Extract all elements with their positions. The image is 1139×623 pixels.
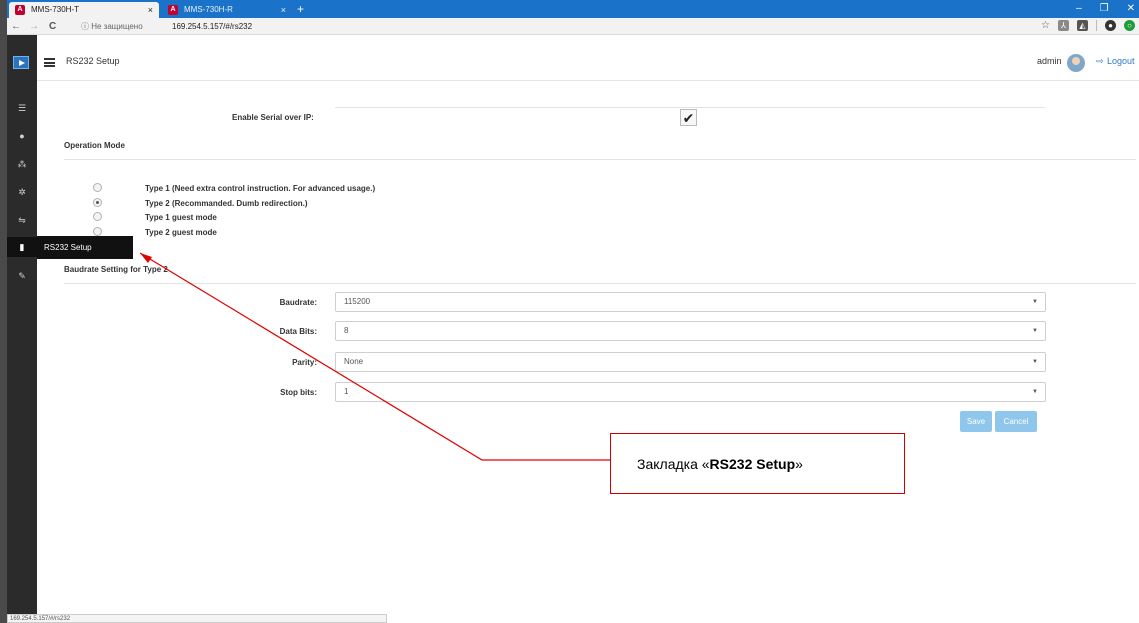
tab-title: MMS-730H-R	[184, 5, 233, 14]
forward-button[interactable]: →	[29, 18, 39, 35]
logout-link[interactable]: Logout	[1107, 56, 1135, 66]
window-close-button[interactable]: ✕	[1127, 0, 1135, 18]
divider	[64, 159, 1136, 160]
chevron-down-icon: ▼	[1032, 299, 1038, 305]
sidebar-flyout-rs232-setup[interactable]: RS232 Setup	[37, 236, 133, 259]
restore-button[interactable]: ❐	[1100, 0, 1109, 18]
enable-serial-label: Enable Serial over IP:	[232, 113, 314, 122]
mode-label-type1: Type 1 (Need extra control instruction. …	[145, 184, 376, 193]
extension-icon[interactable]: ○	[1124, 20, 1135, 31]
usb-icon[interactable]: ⇋	[7, 210, 37, 230]
wrench-icon[interactable]: ✎	[7, 266, 37, 286]
divider	[64, 283, 1136, 284]
user-name[interactable]: admin	[1037, 56, 1062, 66]
security-indicator[interactable]: ⓘ Не защищено	[81, 18, 143, 35]
mode-radio-type2[interactable]	[93, 198, 102, 207]
back-button[interactable]: ←	[11, 18, 21, 35]
address-bar: ← → C ⓘ Не защищено 169.254.5.157/#/rs23…	[7, 18, 1139, 35]
status-bar-url: 169.254.5.157/#/rs232	[7, 614, 387, 623]
angular-icon: A	[15, 5, 25, 15]
browser-tab-strip: A MMS-730H-T × A MMS-730H-R × + – ❐ ✕	[7, 0, 1139, 18]
save-button[interactable]: Save	[960, 411, 992, 432]
extension-icon[interactable]: ⅄	[1058, 20, 1069, 31]
stop-bits-select[interactable]: 1 ▼	[335, 382, 1046, 402]
data-bits-value: 8	[344, 326, 349, 335]
divider	[335, 107, 1045, 108]
mode-label-type2-guest: Type 2 guest mode	[145, 228, 217, 237]
chevron-down-icon: ▼	[1032, 389, 1038, 395]
angular-icon: A	[168, 5, 178, 15]
extension-icon[interactable]: ◭	[1077, 20, 1088, 31]
serial-icon[interactable]: ▮	[7, 237, 37, 257]
parity-value: None	[344, 357, 364, 366]
annotation-bold: RS232 Setup	[709, 456, 796, 472]
user-icon[interactable]: ●	[7, 126, 37, 146]
cancel-button[interactable]: Cancel	[995, 411, 1037, 432]
chevron-down-icon: ▼	[1032, 328, 1038, 334]
annotation-suffix: »	[795, 456, 803, 472]
network-icon[interactable]: ⁂	[7, 154, 37, 174]
operation-mode-heading: Operation Mode	[64, 141, 125, 150]
logout-icon[interactable]: ⇨	[1096, 56, 1104, 67]
window-controls: – ❐ ✕	[1076, 0, 1135, 18]
new-tab-button[interactable]: +	[297, 1, 304, 17]
data-bits-select[interactable]: 8 ▼	[335, 321, 1046, 341]
mode-radio-type1-guest[interactable]	[93, 212, 102, 221]
browser-toolbar-icons: ☆ ⅄ ◭ ● ○	[1041, 20, 1135, 31]
parity-select[interactable]: None ▼	[335, 352, 1046, 372]
baudrate-label: Baudrate:	[279, 298, 317, 307]
app-logo-icon	[13, 56, 29, 69]
url-input[interactable]: 169.254.5.157/#/rs232	[172, 18, 252, 35]
browser-tab-mms-730h-r[interactable]: A MMS-730H-R ×	[162, 2, 292, 18]
baudrate-select[interactable]: 115200 ▼	[335, 292, 1046, 312]
mode-radio-type2-guest[interactable]	[93, 227, 102, 236]
avatar[interactable]	[1067, 54, 1085, 72]
tab-title: MMS-730H-T	[31, 5, 80, 14]
minimize-button[interactable]: –	[1076, 0, 1082, 18]
gear-icon[interactable]: ✲	[7, 182, 37, 202]
hamburger-menu-icon[interactable]	[44, 58, 55, 67]
stop-bits-value: 1	[344, 387, 349, 396]
annotation-callout: Закладка «RS232 Setup»	[610, 433, 905, 494]
bookmark-star-icon[interactable]: ☆	[1041, 20, 1050, 31]
reload-button[interactable]: C	[49, 18, 56, 35]
close-icon[interactable]: ×	[281, 2, 286, 18]
close-icon[interactable]: ×	[148, 2, 153, 18]
chevron-down-icon: ▼	[1032, 359, 1038, 365]
menu-icon[interactable]: ☰	[7, 98, 37, 118]
mode-radio-type1[interactable]	[93, 183, 102, 192]
browser-tab-mms-730h-t[interactable]: A MMS-730H-T ×	[9, 2, 159, 18]
baudrate-heading: Baudrate Setting for Type 2	[64, 265, 168, 274]
data-bits-label: Data Bits:	[279, 327, 317, 336]
profile-icon[interactable]: ●	[1105, 20, 1116, 31]
stop-bits-label: Stop bits:	[280, 388, 317, 397]
app-header	[37, 35, 1139, 81]
page-title: RS232 Setup	[66, 56, 120, 66]
parity-label: Parity:	[292, 358, 317, 367]
enable-serial-checkbox[interactable]: ✔	[680, 109, 697, 126]
toolbar-divider	[1096, 20, 1097, 31]
app-sidebar	[7, 35, 37, 623]
mode-label-type2: Type 2 (Recommanded. Dumb redirection.)	[145, 199, 308, 208]
annotation-prefix: Закладка «	[637, 456, 710, 472]
window-edge	[0, 0, 7, 623]
mode-label-type1-guest: Type 1 guest mode	[145, 213, 217, 222]
baudrate-value: 115200	[344, 297, 371, 306]
